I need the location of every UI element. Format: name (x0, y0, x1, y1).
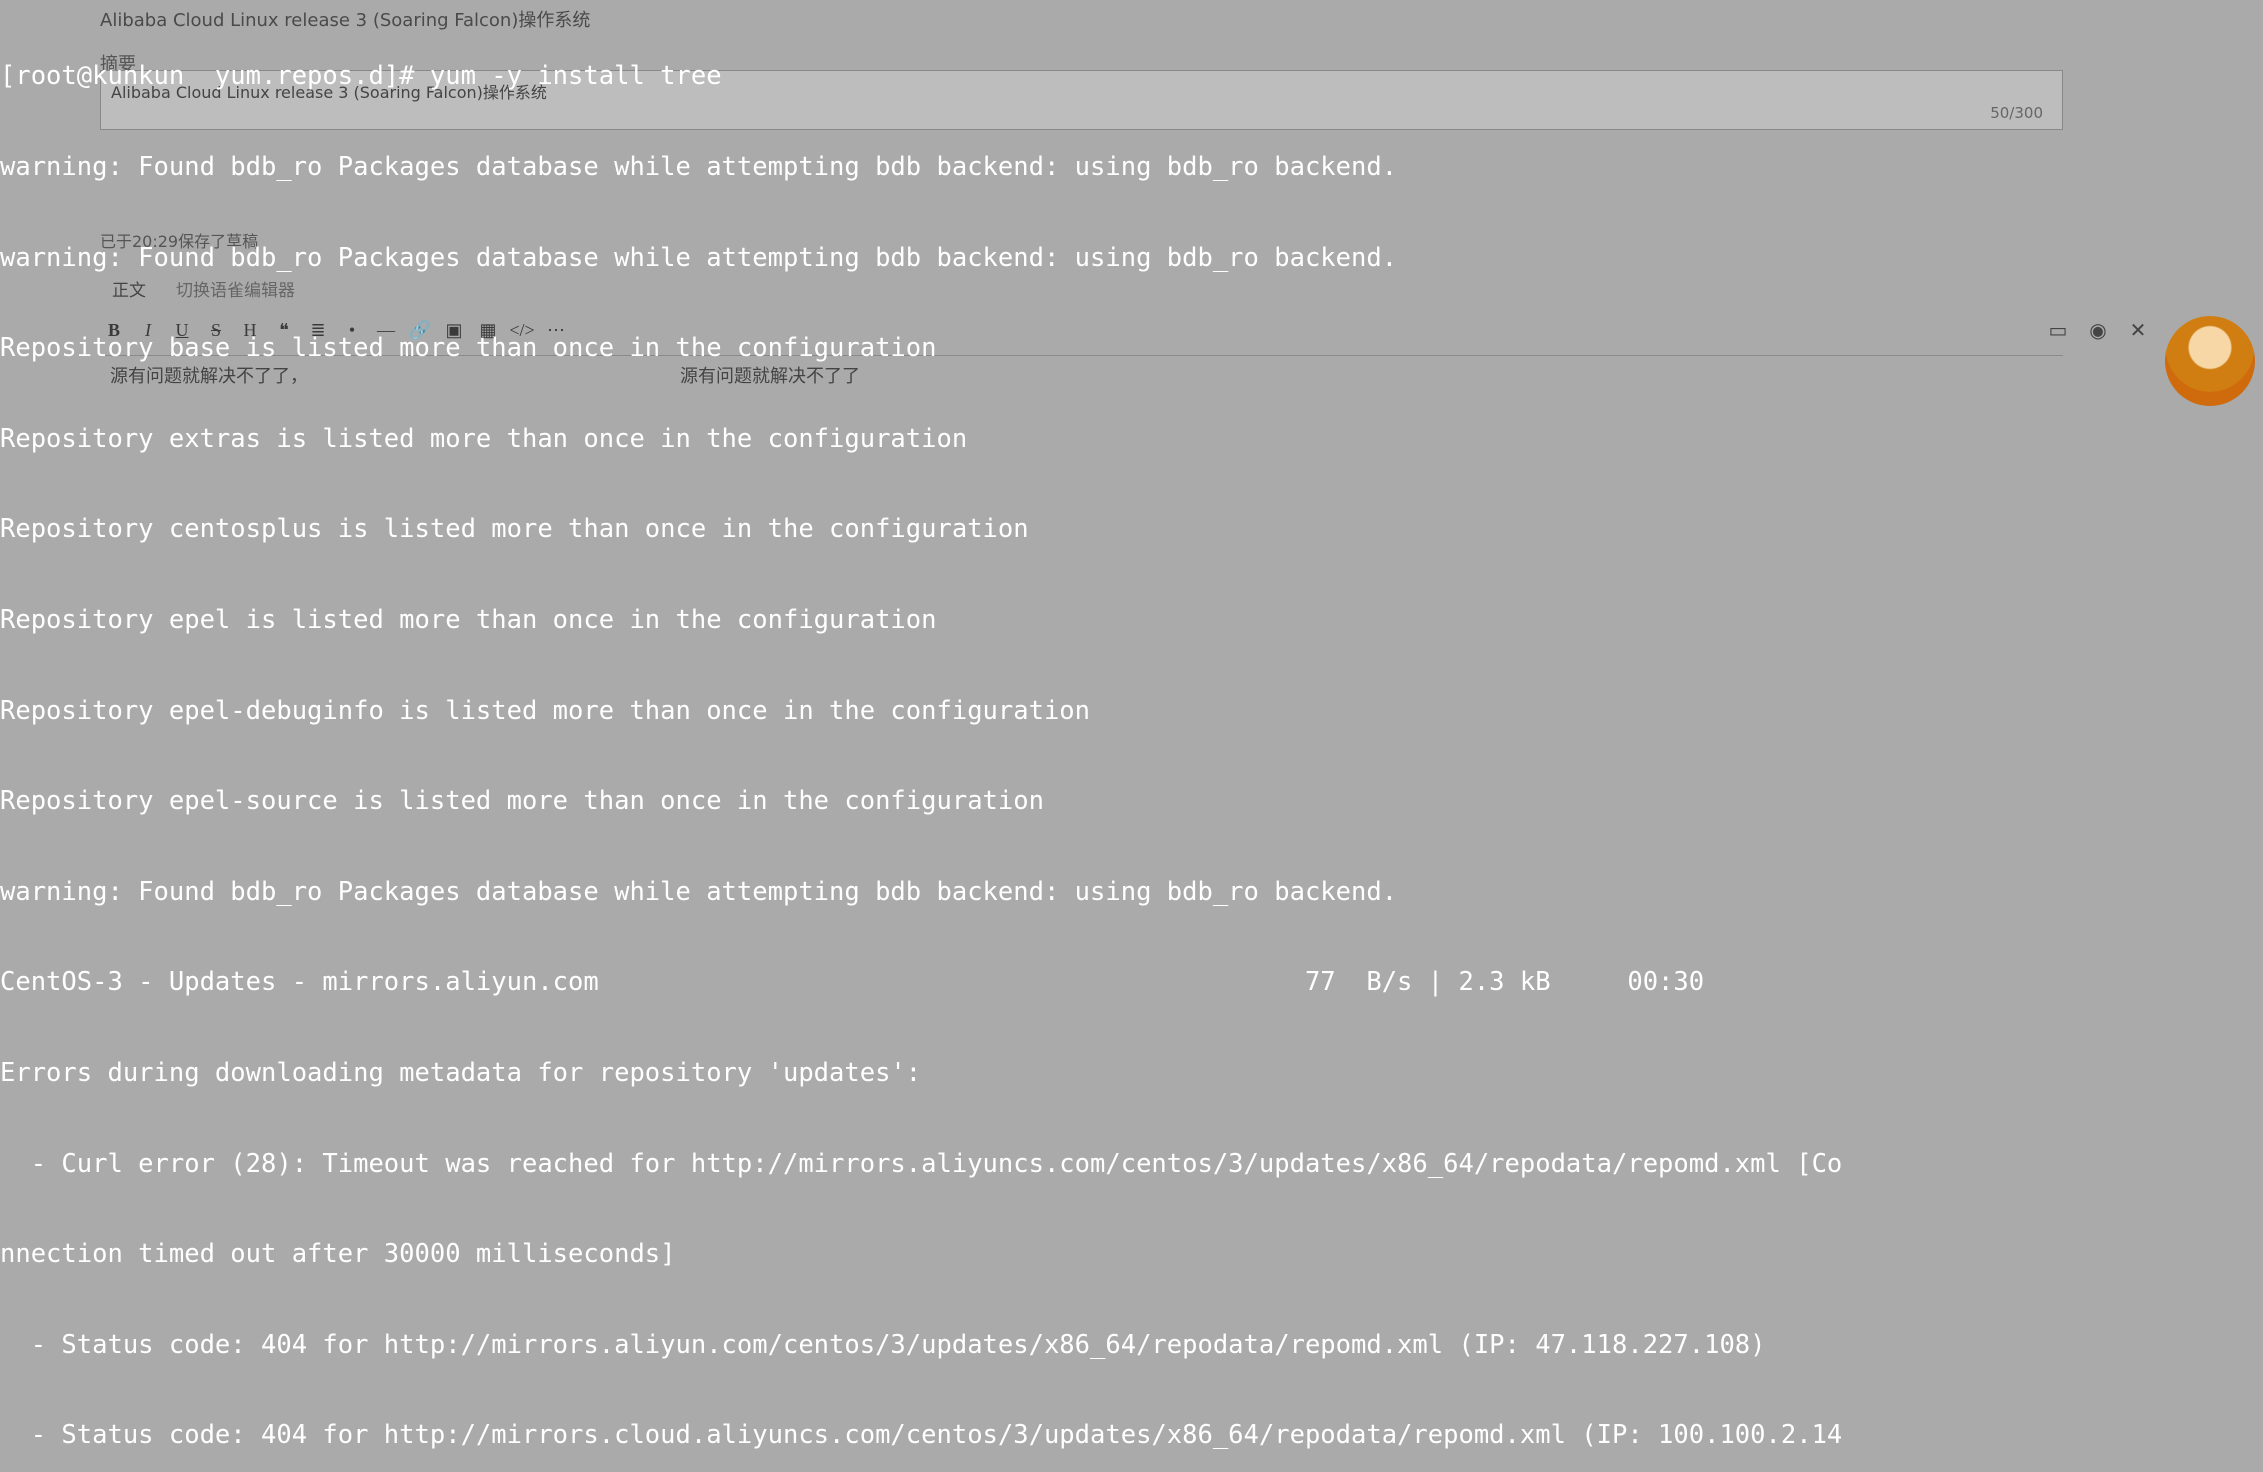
list-ol-icon[interactable]: ≣ (304, 316, 332, 344)
summary-counter: 50/300 (1990, 104, 2043, 122)
link-icon[interactable]: 🔗 (406, 316, 434, 344)
terminal-line: - Status code: 404 for http://mirrors.cl… (0, 1420, 2263, 1450)
table-icon[interactable]: ▦ (474, 316, 502, 344)
eye-icon[interactable]: ◉ (2083, 315, 2113, 345)
hr-icon[interactable]: — (372, 316, 400, 344)
terminal-line: nnection timed out after 30000 milliseco… (0, 1239, 2263, 1269)
editor-right-tools: ▭ ◉ ✕ (2043, 315, 2153, 345)
image-icon[interactable]: ▣ (440, 316, 468, 344)
terminal-line: warning: Found bdb_ro Packages database … (0, 877, 2263, 907)
quote-icon[interactable]: ❝ (270, 316, 298, 344)
tools-icon[interactable]: ✕ (2123, 315, 2153, 345)
terminal-line: - Status code: 404 for http://mirrors.al… (0, 1330, 2263, 1360)
editor-tabs: 正文 切换语雀编辑器 (100, 270, 1460, 307)
os-title: Alibaba Cloud Linux release 3 (Soaring F… (100, 6, 590, 32)
editor-background: Alibaba Cloud Linux release 3 (Soaring F… (0, 0, 2263, 736)
content-text-left: 源有问题就解决不了了， (110, 362, 308, 388)
avatar[interactable] (2165, 316, 2255, 406)
terminal-line: Repository epel-source is listed more th… (0, 786, 2263, 816)
underline-icon[interactable]: U (168, 316, 196, 344)
autosave-status: 已于20:29保存了草稿 (100, 228, 258, 252)
editor-toolbar: B I U S H ❝ ≣ • — 🔗 ▣ ▦ </> ⋯ (100, 316, 1460, 344)
heading-icon[interactable]: H (236, 316, 264, 344)
terminal-line: CentOS-3 - Updates - mirrors.aliyun.com … (0, 967, 2263, 997)
book-icon[interactable]: ▭ (2043, 315, 2073, 345)
list-ul-icon[interactable]: • (338, 316, 366, 344)
terminal-line: - Curl error (28): Timeout was reached f… (0, 1149, 2263, 1179)
strike-icon[interactable]: S (202, 316, 230, 344)
summary-input-value: Alibaba Cloud Linux release 3 (Soaring F… (111, 83, 547, 102)
content-text-right: 源有问题就解决不了了 (680, 362, 860, 388)
tab-main[interactable]: 正文 (100, 270, 158, 307)
terminal-line: Errors during downloading metadata for r… (0, 1058, 2263, 1088)
more-icon[interactable]: ⋯ (542, 316, 570, 344)
editor-switch-hint[interactable]: 切换语雀编辑器 (164, 270, 307, 307)
code-icon[interactable]: </> (508, 316, 536, 344)
italic-icon[interactable]: I (134, 316, 162, 344)
summary-input[interactable]: Alibaba Cloud Linux release 3 (Soaring F… (100, 70, 2063, 130)
toolbar-divider (100, 355, 2063, 356)
bold-icon[interactable]: B (100, 316, 128, 344)
